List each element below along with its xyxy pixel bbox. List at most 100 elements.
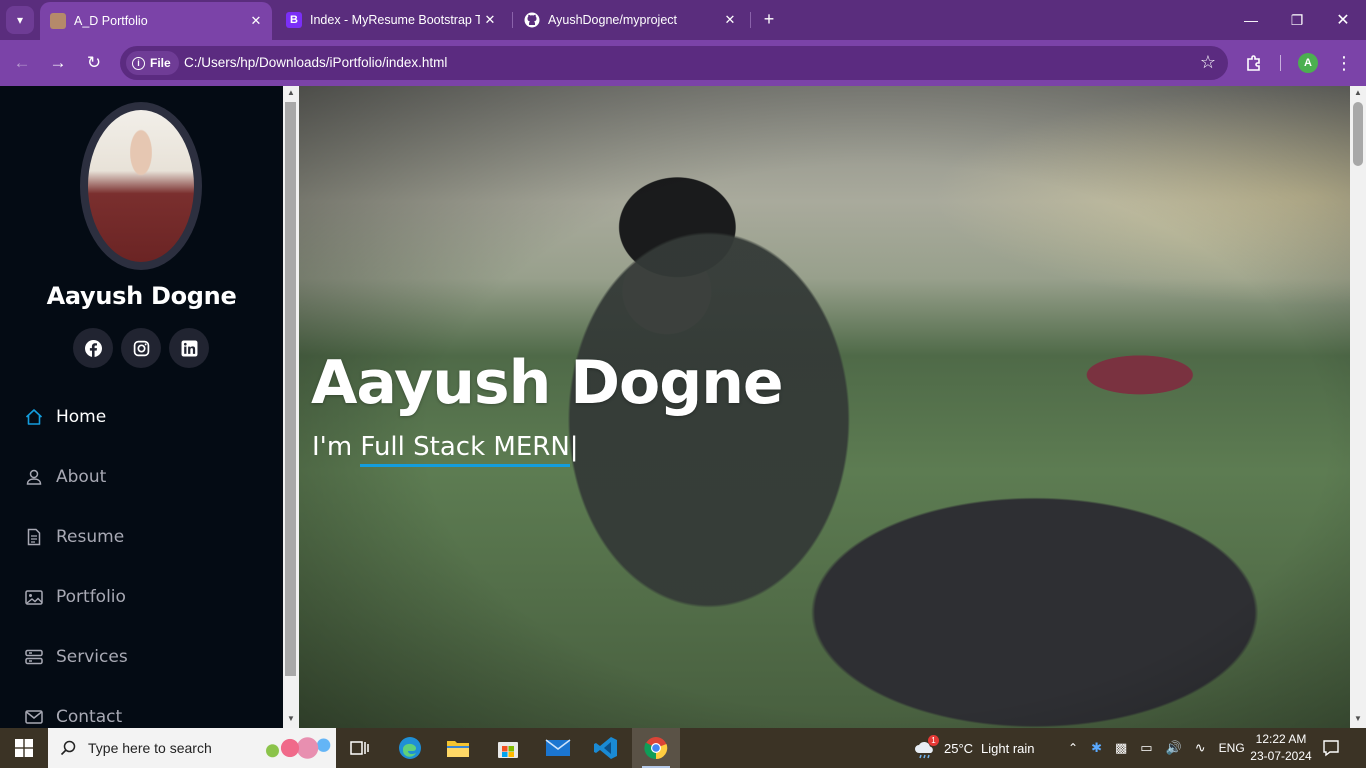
clock-time: 12:22 AM xyxy=(1255,732,1307,746)
server-icon xyxy=(25,649,43,665)
site-info-chip[interactable]: i File xyxy=(126,51,179,75)
hero-prefix: I'm xyxy=(312,432,361,462)
start-button[interactable] xyxy=(0,728,48,768)
scroll-down-arrow-icon[interactable]: ▼ xyxy=(1353,714,1363,726)
scroll-up-arrow-icon[interactable]: ▲ xyxy=(1353,88,1363,100)
tab-portfolio[interactable]: A_D Portfolio ✕ xyxy=(40,2,272,40)
minimize-button[interactable]: — xyxy=(1228,0,1274,40)
sidebar: Aayush Dogne Home About Resume Portfolio xyxy=(0,86,283,728)
store-icon xyxy=(498,742,518,758)
taskbar-search[interactable]: Type here to search xyxy=(48,728,336,768)
nav-home[interactable]: Home xyxy=(24,402,106,432)
folder-icon xyxy=(447,741,469,757)
close-tab-icon[interactable]: ✕ xyxy=(480,12,500,28)
system-clock[interactable]: 12:22 AM 23-07-2024 xyxy=(1244,731,1318,765)
facebook-icon xyxy=(84,339,102,357)
search-highlight-art-icon xyxy=(262,734,332,762)
notification-icon xyxy=(1323,740,1339,757)
profile-photo xyxy=(80,102,202,270)
volume-icon[interactable]: 🔊 xyxy=(1166,740,1182,756)
linkedin-link[interactable] xyxy=(169,328,209,368)
page-viewport: Aayush Dogne Home About Resume Portfolio xyxy=(0,86,1366,728)
bookmark-star-icon[interactable]: ☆ xyxy=(1200,52,1216,73)
bluetooth-icon[interactable]: ✱ xyxy=(1091,740,1102,756)
nav-services[interactable]: Services xyxy=(24,642,128,672)
scrollbar-thumb[interactable] xyxy=(285,102,296,676)
images-icon xyxy=(25,590,43,605)
typed-text: Full Stack MERN xyxy=(360,432,570,467)
profile-avatar[interactable]: A xyxy=(1298,53,1318,73)
browser-tab-bar: ▾ A_D Portfolio ✕ B Index - MyResume Boo… xyxy=(0,0,1366,40)
linkedin-icon xyxy=(181,340,197,356)
url-text[interactable]: C:/Users/hp/Downloads/iPortfolio/index.h… xyxy=(184,55,447,70)
meet-now-icon[interactable]: ▩ xyxy=(1115,740,1127,756)
file-icon xyxy=(27,528,41,546)
close-tab-icon[interactable]: ✕ xyxy=(246,13,266,29)
chrome-icon xyxy=(644,737,668,760)
notifications-button[interactable] xyxy=(1322,728,1344,768)
chevron-down-icon: ▾ xyxy=(16,13,24,27)
hero-title: Aayush Dogne xyxy=(311,348,784,418)
scrollbar-thumb[interactable] xyxy=(1353,102,1363,166)
close-tab-icon[interactable]: ✕ xyxy=(720,12,740,28)
close-window-button[interactable]: ✕ xyxy=(1320,0,1366,40)
tab-title: A_D Portfolio xyxy=(74,14,148,28)
vscode-icon xyxy=(594,737,617,759)
scroll-up-arrow-icon[interactable]: ▲ xyxy=(286,88,296,100)
wifi-icon[interactable]: ∿ xyxy=(1195,740,1206,756)
extensions-icon[interactable] xyxy=(1240,49,1268,77)
taskbar-mail[interactable] xyxy=(534,728,582,768)
facebook-link[interactable] xyxy=(73,328,113,368)
reload-button[interactable]: ↻ xyxy=(80,49,108,77)
browser-toolbar: ← → ↻ i File C:/Users/hp/Downloads/iPort… xyxy=(0,40,1366,86)
mail-icon xyxy=(545,739,571,756)
toolbar-divider xyxy=(1280,55,1281,71)
sidebar-scrollbar[interactable]: ▲ ▼ xyxy=(283,86,299,728)
taskbar-store[interactable] xyxy=(484,728,532,768)
weather-rain-cloud-icon: 1 xyxy=(914,735,939,759)
nav-contact[interactable]: Contact xyxy=(24,702,122,728)
nav-resume-label: Resume xyxy=(56,527,125,547)
scheme-label: File xyxy=(150,56,171,70)
task-view-button[interactable] xyxy=(336,728,384,768)
nav-portfolio[interactable]: Portfolio xyxy=(24,582,126,612)
github-favicon-icon xyxy=(524,12,540,28)
typed-cursor: | xyxy=(569,432,579,462)
taskbar-chrome[interactable] xyxy=(632,728,680,768)
nav-about[interactable]: About xyxy=(24,462,106,492)
tab-title: AyushDogne/myproject xyxy=(548,13,678,27)
forward-button[interactable]: → xyxy=(44,49,72,77)
portfolio-favicon-icon xyxy=(50,13,66,29)
weather-temp: 25°C xyxy=(944,740,974,756)
nav-about-label: About xyxy=(56,467,107,487)
envelope-icon xyxy=(25,710,43,724)
tab-search-button[interactable]: ▾ xyxy=(6,6,34,34)
home-icon xyxy=(25,409,43,425)
search-placeholder: Type here to search xyxy=(88,740,212,756)
taskbar-edge[interactable] xyxy=(386,728,434,768)
instagram-link[interactable] xyxy=(121,328,161,368)
tab-github[interactable]: AyushDogne/myproject ✕ xyxy=(514,0,746,40)
taskbar-vscode[interactable] xyxy=(582,728,630,768)
language-indicator[interactable]: ENG xyxy=(1219,741,1245,755)
restore-button[interactable]: ❐ xyxy=(1274,0,1320,40)
nav-resume[interactable]: Resume xyxy=(24,522,124,552)
more-menu-icon[interactable]: ⋮ xyxy=(1330,49,1358,77)
page-scrollbar[interactable]: ▲ ▼ xyxy=(1350,86,1366,728)
tab-myresume[interactable]: B Index - MyResume Bootstrap Te ✕ xyxy=(276,0,506,40)
new-tab-button[interactable]: + xyxy=(758,8,780,30)
system-tray: ⌃ ✱ ▩ ▭ 🔊 ∿ ENG xyxy=(1068,728,1245,768)
sidebar-name: Aayush Dogne xyxy=(46,282,237,310)
info-icon: i xyxy=(132,56,145,70)
show-hidden-icons-chevron-icon[interactable]: ⌃ xyxy=(1068,741,1078,755)
hero-subtitle: I'm Full Stack MERN| xyxy=(312,432,579,467)
nav-services-label: Services xyxy=(56,647,128,667)
person-icon xyxy=(26,469,42,485)
address-bar[interactable]: i File C:/Users/hp/Downloads/iPortfolio/… xyxy=(120,46,1228,80)
weather-badge: 1 xyxy=(928,735,939,746)
battery-icon[interactable]: ▭ xyxy=(1140,740,1152,756)
back-button[interactable]: ← xyxy=(8,49,36,77)
weather-widget[interactable]: 1 25°C Light rain xyxy=(914,728,1035,768)
scroll-down-arrow-icon[interactable]: ▼ xyxy=(286,714,296,726)
taskbar-file-explorer[interactable] xyxy=(434,728,482,768)
